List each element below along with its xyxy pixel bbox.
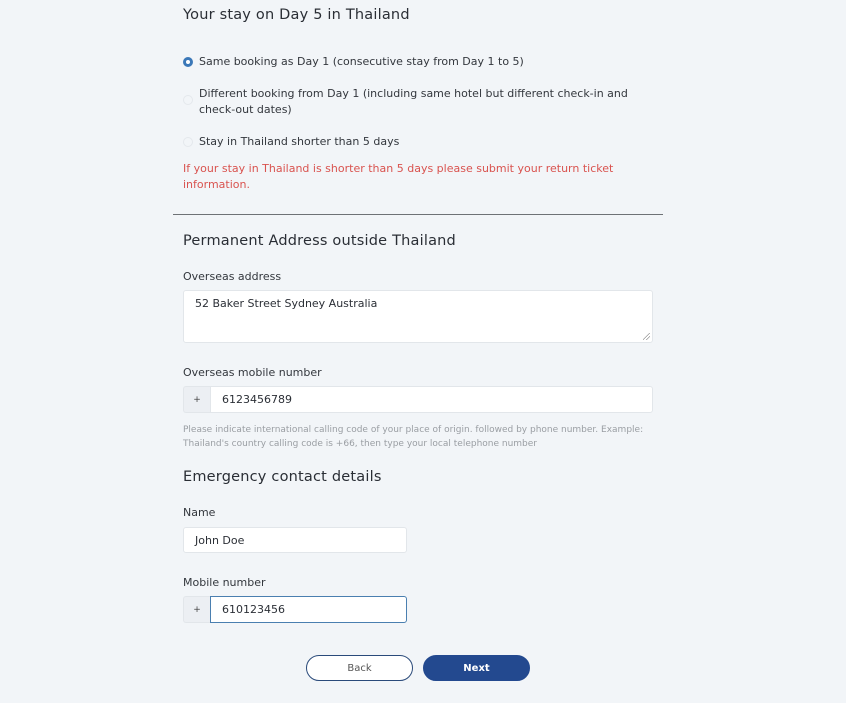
plus-prefix: +: [183, 596, 210, 623]
section-divider: [173, 214, 663, 215]
overseas-mobile-input-group: + 6123456789: [183, 386, 653, 413]
address-section-title: Permanent Address outside Thailand: [183, 233, 456, 249]
radio-label: Different booking from Day 1 (including …: [199, 87, 628, 116]
back-button[interactable]: Back: [306, 655, 413, 681]
radio-option-shorter-stay[interactable]: Stay in Thailand shorter than 5 days: [183, 134, 653, 150]
radio-unchecked-icon[interactable]: [183, 137, 193, 147]
next-button[interactable]: Next: [423, 655, 530, 681]
stay-section-title: Your stay on Day 5 in Thailand: [183, 7, 410, 23]
emergency-name-label: Name: [183, 506, 216, 519]
resize-handle-icon[interactable]: [643, 333, 650, 340]
radio-checked-icon[interactable]: [183, 57, 193, 67]
radio-option-different-booking[interactable]: Different booking from Day 1 (including …: [183, 86, 653, 118]
overseas-mobile-label: Overseas mobile number: [183, 366, 322, 379]
overseas-mobile-input[interactable]: 6123456789: [210, 386, 653, 413]
plus-prefix: +: [183, 386, 210, 413]
radio-option-same-booking[interactable]: Same booking as Day 1 (consecutive stay …: [183, 54, 653, 70]
radio-label: Same booking as Day 1 (consecutive stay …: [199, 55, 524, 68]
emergency-mobile-label: Mobile number: [183, 576, 266, 589]
emergency-mobile-input-group: + 610123456: [183, 596, 407, 623]
overseas-address-textarea[interactable]: 52 Baker Street Sydney Australia: [183, 290, 653, 343]
emergency-name-input[interactable]: John Doe: [183, 527, 407, 553]
shorter-stay-warning: If your stay in Thailand is shorter than…: [183, 162, 614, 191]
radio-unchecked-icon[interactable]: [183, 95, 193, 105]
emergency-section-title: Emergency contact details: [183, 469, 382, 485]
radio-label: Stay in Thailand shorter than 5 days: [199, 135, 400, 148]
overseas-address-label: Overseas address: [183, 270, 282, 283]
overseas-address-value: 52 Baker Street Sydney Australia: [195, 297, 378, 310]
overseas-mobile-hint: Please indicate international calling co…: [183, 425, 644, 449]
emergency-mobile-input[interactable]: 610123456: [210, 596, 407, 623]
